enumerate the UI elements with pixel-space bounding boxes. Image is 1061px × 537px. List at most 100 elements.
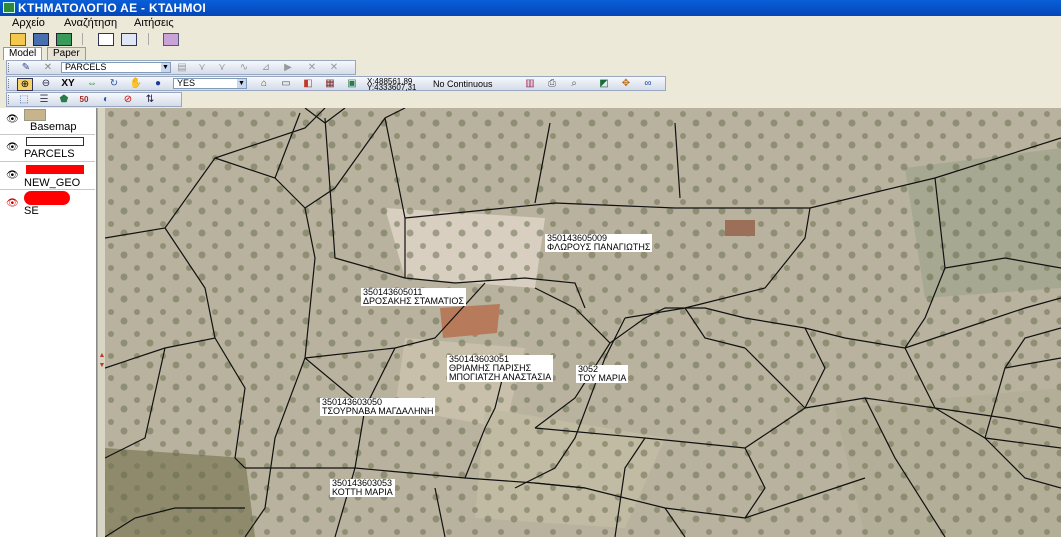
chevron-down-icon: ▼: [237, 79, 246, 88]
snap-mode: No Continuous: [433, 79, 493, 89]
layer-new-geo[interactable]: 👁 NEW_GEO: [0, 161, 95, 190]
view-tabs: Model Paper: [0, 47, 1061, 60]
parcel-label[interactable]: 350143603051 ΘΡΙΑΜΗΣ ΠΑΡΙΣΗΣ ΜΠΟΓΙΑΤΖΗ Α…: [447, 355, 554, 382]
layer-name: PARCELS: [24, 148, 75, 160]
eye-icon[interactable]: 👁: [6, 143, 20, 153]
tab-model[interactable]: Model: [3, 47, 43, 60]
hand-icon[interactable]: ✋: [129, 78, 143, 89]
open-icon[interactable]: [10, 33, 26, 46]
map-canvas[interactable]: [105, 108, 1061, 537]
grid-icon[interactable]: ▤: [175, 62, 189, 73]
layer-name: SE: [24, 205, 39, 217]
yes-select[interactable]: YES ▼: [173, 78, 247, 89]
preview-icon[interactable]: ⌕: [567, 78, 581, 89]
layer-panel: 👁 Basemap 👁 PARCELS 👁 NEW_GEO 👁 SE: [0, 108, 97, 537]
layer-select-value: PARCELS: [65, 62, 107, 72]
toolbar-separator: [148, 33, 149, 45]
clear-icon[interactable]: ⊘: [121, 94, 135, 105]
zoom-in-icon[interactable]: ⊕: [17, 78, 33, 91]
print-icon[interactable]: ⎙: [545, 78, 559, 89]
parcel-owner: ΦΛΩΡΟΥΣ ΠΑΝΑΓΙΩΤΗΣ: [547, 242, 651, 252]
scale-icon[interactable]: 50: [77, 94, 91, 105]
toolbar-grip[interactable]: [8, 79, 12, 88]
export-icon[interactable]: [56, 33, 72, 46]
map-icon[interactable]: ▣: [345, 78, 359, 89]
parcel-owner: ΔΡΟΣΑΚΗΣ ΣΤΑΜΑΤΙΟΣ: [363, 296, 464, 306]
toolbar-grip[interactable]: [8, 63, 12, 72]
parcel-label[interactable]: 350143605011 ΔΡΟΣΑΚΗΣ ΣΤΑΜΑΤΙΟΣ: [361, 288, 466, 306]
window-title: ΚΤΗΜΑΤΟΛΟΓΙΟ ΑΕ - ΚΤΔΗΜΟΙ: [18, 1, 207, 15]
layer-se[interactable]: 👁 SE: [0, 189, 95, 217]
eye-icon[interactable]: 👁: [6, 171, 20, 181]
layer-name: Basemap: [30, 121, 77, 133]
parcel-label[interactable]: 350143603050 ΤΣΟΥΡΝΑΒΑ ΜΑΓΔΑΛΗΝΗ: [320, 398, 436, 416]
select-icon[interactable]: ⬚: [17, 94, 31, 105]
tools-icon[interactable]: [163, 33, 179, 46]
info-icon[interactable]: ●: [151, 78, 165, 89]
table-icon[interactable]: ▦: [323, 78, 337, 89]
title-bar: ΚΤΗΜΑΤΟΛΟΓΙΟ ΑΕ - ΚΤΔΗΜΟΙ: [0, 0, 1061, 16]
globe-icon[interactable]: ◐: [99, 94, 113, 105]
toolbar-separator: [82, 33, 83, 45]
layer-name: NEW_GEO: [24, 177, 81, 189]
delete-icon[interactable]: ✕: [305, 62, 319, 73]
menu-requests[interactable]: Αιτήσεις: [134, 17, 174, 29]
zoom-out-icon[interactable]: ⊖: [39, 78, 53, 89]
split-icon[interactable]: ⋎: [215, 62, 229, 73]
puzzle-icon[interactable]: ✥: [619, 78, 633, 89]
eye-icon[interactable]: 👁: [6, 199, 20, 209]
basemap-thumbnail-icon: [24, 109, 46, 121]
building-icon[interactable]: ⌂: [257, 78, 271, 89]
tree-texture: [105, 108, 1061, 537]
parcel-label[interactable]: 3052 ΤΟΥ ΜΑΡΙΑ: [576, 365, 629, 383]
pencil-icon[interactable]: ✎: [19, 62, 33, 73]
export-map-icon[interactable]: ◩: [597, 78, 611, 89]
pan-arrows-icon[interactable]: ⇔: [85, 78, 99, 89]
coord-y: Y:4333607,31: [367, 83, 417, 92]
toolbar-grip[interactable]: [8, 95, 12, 104]
link-icon[interactable]: ∞: [641, 78, 655, 89]
eye-icon[interactable]: 👁: [6, 115, 20, 125]
chart-icon[interactable]: [98, 33, 114, 46]
tab-paper[interactable]: Paper: [47, 47, 86, 60]
refresh-icon[interactable]: ↻: [107, 78, 121, 89]
layer-parcels[interactable]: 👁 PARCELS: [0, 134, 95, 162]
book-icon[interactable]: ▥: [523, 78, 537, 89]
menu-bar: Αρχείο Αναζήτηση Αιτήσεις: [0, 16, 1061, 31]
navigation-toolbar: ⊕ ⊖ XY ⇔ ↻ ✋ ● YES ▼ ⌂ ▭ ◧ ▦ ▣ X:488561,…: [6, 76, 666, 92]
window-icon[interactable]: [121, 33, 137, 46]
app-icon: [3, 2, 15, 13]
layer-select[interactable]: PARCELS ▼: [61, 62, 171, 73]
yes-select-value: YES: [177, 78, 196, 88]
main-toolbar: [0, 31, 1061, 48]
parcels-swatch: [26, 137, 84, 146]
parcel-owner: ΚΟΤΤΗ ΜΑΡΙΑ: [332, 487, 393, 497]
parcel-owner-2: ΜΠΟΓΙΑΤΖΗ ΑΝΑΣΤΑΣΙΑ: [449, 372, 552, 382]
parcel-label[interactable]: 350143603053 ΚΟΤΤΗ ΜΑΡΙΑ: [330, 479, 395, 497]
edit-toolbar: ✎ ✕ PARCELS ▼ ▤ ⋎ ⋎ ∿ ⊿ ▶ ✕ ✕: [6, 60, 356, 75]
curve-icon[interactable]: ∿: [237, 62, 251, 73]
building: [440, 304, 500, 338]
measure-icon[interactable]: ⊿: [259, 62, 273, 73]
building: [725, 220, 755, 236]
xy-icon[interactable]: XY: [61, 78, 75, 89]
chevron-down-icon: ▼: [161, 63, 170, 72]
sort-icon[interactable]: ⇅: [143, 94, 157, 105]
stack-icon[interactable]: ☰: [37, 94, 51, 105]
new-geo-swatch: [26, 165, 84, 174]
menu-search[interactable]: Αναζήτηση: [64, 17, 117, 29]
parcel-label[interactable]: 350143605009 ΦΛΩΡΟΥΣ ΠΑΝΑΓΙΩΤΗΣ: [545, 234, 653, 252]
map-view[interactable]: 350143605009 ΦΛΩΡΟΥΣ ΠΑΝΑΓΙΩΤΗΣ 35014360…: [105, 108, 1061, 537]
layer-basemap[interactable]: 👁 Basemap: [0, 108, 95, 135]
analysis-toolbar: ⬚ ☰ ⬟ 50 ◐ ⊘ ⇅: [6, 92, 182, 107]
parcel-owner: ΤΟΥ ΜΑΡΙΑ: [578, 373, 627, 383]
menu-file[interactable]: Αρχείο: [12, 17, 45, 29]
polygon-icon[interactable]: ⬟: [57, 94, 71, 105]
cancel-icon[interactable]: ✕: [327, 62, 341, 73]
save-icon[interactable]: [33, 33, 49, 46]
rectangle-icon[interactable]: ▭: [279, 78, 293, 89]
edit-disabled-icon[interactable]: ✕: [41, 62, 55, 73]
vertex-icon[interactable]: ⋎: [195, 62, 209, 73]
layers-icon[interactable]: ◧: [301, 78, 315, 89]
play-icon[interactable]: ▶: [281, 62, 295, 73]
